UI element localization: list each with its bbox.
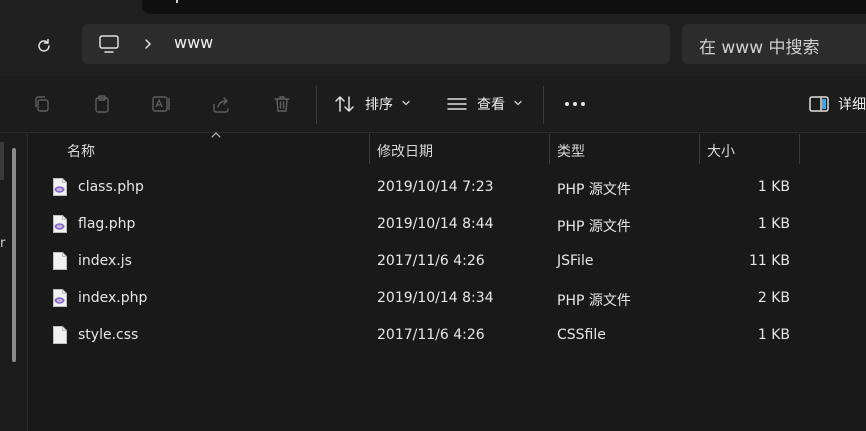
- file-type: JSFile: [557, 253, 594, 269]
- toolbar-divider: [543, 86, 544, 124]
- paste-button[interactable]: [90, 92, 114, 116]
- blank-file-icon: [52, 325, 68, 349]
- sort-button[interactable]: 排序: [365, 94, 393, 114]
- file-row[interactable]: index.js 2017/11/6 4:26 JSFile 11 KB: [29, 244, 866, 281]
- column-header-size[interactable]: 大小: [700, 134, 800, 164]
- tab-edge: [176, 0, 178, 3]
- file-row[interactable]: style.css 2017/11/6 4:26 CSSfile 1 KB: [29, 318, 866, 355]
- file-type: CSSfile: [557, 327, 606, 343]
- column-header-modified[interactable]: 修改日期: [370, 134, 550, 164]
- column-header-name-label: 名称: [67, 144, 95, 160]
- details-button[interactable]: 详细: [838, 94, 866, 114]
- navigation-pane: r: [0, 134, 28, 431]
- file-type: PHP 源文件: [557, 182, 631, 198]
- file-name: flag.php: [78, 216, 136, 232]
- file-modified: 2019/10/14 7:23: [377, 179, 494, 195]
- file-modified: 2019/10/14 8:44: [377, 216, 494, 232]
- column-header-type[interactable]: 类型: [550, 134, 700, 164]
- file-modified: 2017/11/6 4:26: [377, 327, 485, 343]
- file-size: 2 KB: [757, 290, 790, 306]
- toolbar-divider: [316, 86, 317, 124]
- file-list: 名称 修改日期 类型 大小 class.php 2019/10/14 7:23 PH…: [29, 132, 866, 431]
- column-divider[interactable]: [799, 134, 800, 164]
- column-header-name[interactable]: 名称: [29, 134, 369, 164]
- file-row[interactable]: flag.php 2019/10/14 8:44 PHP 源文件 1 KB: [29, 207, 866, 244]
- paste-icon: [95, 95, 109, 113]
- file-modified: 2017/11/6 4:26: [377, 253, 485, 269]
- file-type: PHP 源文件: [557, 293, 631, 309]
- php-file-icon: [52, 177, 68, 201]
- details-pane-icon: [809, 96, 829, 112]
- command-bar: 排序 查看 详细: [0, 76, 866, 133]
- search-placeholder: 在 www 中搜索: [699, 38, 820, 58]
- view-icon-wrap[interactable]: [445, 92, 469, 116]
- more-options-button[interactable]: [563, 92, 587, 116]
- trash-icon: [274, 96, 290, 112]
- file-modified: 2019/10/14 8:34: [377, 290, 494, 306]
- file-size: 1 KB: [757, 216, 790, 232]
- chevron-down-icon[interactable]: [401, 98, 411, 108]
- file-name: class.php: [78, 179, 144, 195]
- share-button[interactable]: [210, 92, 234, 116]
- view-button[interactable]: 查看: [477, 94, 505, 114]
- php-file-icon: [52, 288, 68, 312]
- file-size: 1 KB: [757, 327, 790, 343]
- nav-selection-indicator: [0, 142, 4, 180]
- nav-scrollbar[interactable]: [12, 148, 16, 362]
- view-list-icon: [447, 98, 467, 110]
- sort-icon-wrap[interactable]: [333, 92, 357, 116]
- blank-file-icon: [52, 251, 68, 275]
- copy-icon: [35, 96, 49, 112]
- details-pane-icon-wrap[interactable]: [807, 92, 831, 116]
- file-size: 1 KB: [757, 179, 790, 195]
- delete-button[interactable]: [270, 92, 294, 116]
- php-file-icon: [52, 214, 68, 238]
- chevron-down-icon[interactable]: [513, 98, 523, 108]
- this-pc-icon: [99, 35, 119, 53]
- column-header-modified-label: 修改日期: [377, 144, 433, 160]
- rename-button[interactable]: [150, 92, 174, 116]
- refresh-button[interactable]: [30, 32, 58, 60]
- file-row[interactable]: index.php 2019/10/14 8:34 PHP 源文件 2 KB: [29, 281, 866, 318]
- tab-strip: [142, 0, 866, 14]
- chevron-right-icon[interactable]: [142, 35, 154, 53]
- share-icon: [213, 97, 229, 113]
- rename-icon: [152, 96, 170, 112]
- address-row: www 在 www 中搜索: [0, 14, 866, 76]
- file-name: index.js: [78, 253, 132, 269]
- column-header-type-label: 类型: [557, 144, 585, 160]
- breadcrumb-www[interactable]: www: [174, 33, 213, 52]
- file-size: 11 KB: [748, 253, 790, 269]
- refresh-icon: [38, 38, 50, 52]
- more-icon: [565, 102, 585, 106]
- file-row[interactable]: class.php 2019/10/14 7:23 PHP 源文件 1 KB: [29, 170, 866, 207]
- nav-item-label[interactable]: r: [0, 236, 5, 251]
- copy-button[interactable]: [30, 92, 54, 116]
- column-header-size-label: 大小: [707, 144, 735, 160]
- search-input[interactable]: 在 www 中搜索: [682, 24, 866, 64]
- file-name: style.css: [78, 327, 139, 343]
- address-bar[interactable]: www: [82, 24, 670, 64]
- file-type: PHP 源文件: [557, 219, 631, 235]
- file-name: index.php: [78, 290, 148, 306]
- sort-icon: [335, 96, 354, 112]
